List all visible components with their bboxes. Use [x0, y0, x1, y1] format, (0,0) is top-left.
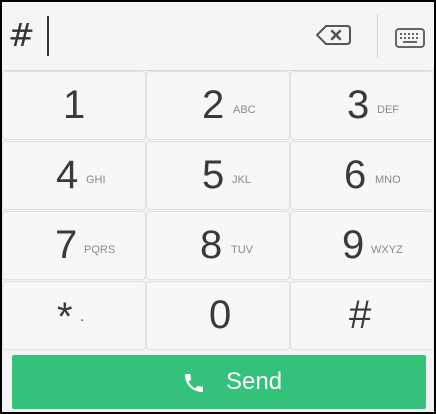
key-digit: 7 — [55, 223, 78, 267]
key-4[interactable]: 4 GHI — [3, 142, 145, 209]
key-digit: 9 — [342, 223, 365, 267]
key-digit: # — [349, 293, 372, 337]
key-letters: JKL — [232, 174, 251, 186]
backspace-button[interactable] — [315, 24, 352, 46]
key-5[interactable]: 5 JKL — [147, 142, 289, 209]
key-letters: MNO — [375, 174, 401, 186]
key-hash[interactable]: # — [291, 282, 433, 349]
number-input-bar: # — [2, 2, 434, 71]
key-6[interactable]: 6 MNO — [291, 142, 433, 209]
key-7[interactable]: 7 PQRS — [3, 212, 145, 279]
key-letters: WXYZ — [371, 244, 403, 256]
send-button[interactable]: Send — [12, 355, 426, 409]
keyboard-icon — [395, 28, 425, 48]
key-letters: ABC — [233, 104, 256, 116]
dialer-screen: # 1 2 ABC 3 DEF 4 GHI 5 JKL 6 MNO 7 PQRS… — [2, 2, 434, 412]
key-digit: 4 — [56, 153, 79, 197]
key-0[interactable]: 0 — [147, 282, 289, 349]
key-8[interactable]: 8 TUV — [147, 212, 289, 279]
key-digit: 8 — [200, 223, 223, 267]
key-digit: 0 — [209, 293, 232, 337]
key-digit: 6 — [344, 153, 367, 197]
key-digit: 1 — [63, 83, 86, 127]
key-1[interactable]: 1 — [3, 72, 145, 139]
key-digit: 3 — [347, 83, 370, 127]
phone-icon — [182, 371, 206, 395]
key-letters: TUV — [231, 244, 253, 256]
key-letters: PQRS — [84, 244, 116, 256]
key-star[interactable]: * . — [3, 282, 145, 349]
key-digit: 2 — [202, 83, 225, 127]
key-2[interactable]: 2 ABC — [147, 72, 289, 139]
key-3[interactable]: 3 DEF — [291, 72, 433, 139]
key-digit: * — [57, 295, 73, 339]
backspace-icon — [315, 25, 351, 45]
dial-input[interactable]: # — [8, 14, 35, 56]
key-letters: . — [80, 308, 85, 325]
toolbar-divider — [377, 14, 378, 58]
key-letters: DEF — [377, 104, 399, 116]
key-9[interactable]: 9 WXYZ — [291, 212, 433, 279]
keyboard-button[interactable] — [395, 28, 425, 48]
key-letters: GHI — [86, 174, 106, 186]
send-label: Send — [226, 368, 283, 395]
key-digit: 5 — [202, 153, 225, 197]
text-cursor — [47, 16, 49, 56]
